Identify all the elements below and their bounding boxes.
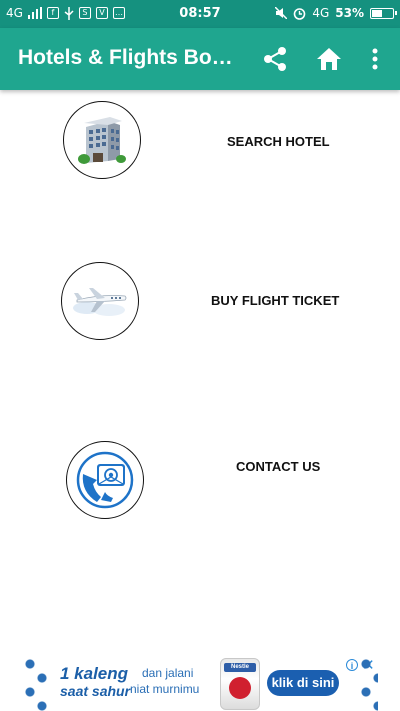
hotel-building-icon	[78, 117, 126, 164]
home-button[interactable]	[312, 42, 346, 76]
network-type-right: 4G	[312, 6, 330, 20]
airplane-icon	[73, 288, 127, 316]
overflow-menu-icon	[372, 48, 378, 70]
home-icon	[317, 48, 341, 70]
ad-tagline-2: niat murnimu	[130, 682, 200, 696]
ad-banner[interactable]: 1 kaleng saat sahur dan jalani niat murn…	[22, 656, 378, 711]
search-hotel-label[interactable]: SEARCH HOTEL	[227, 134, 330, 149]
battery-percent: 53%	[335, 6, 364, 20]
ad-headline-1: 1 kaleng	[60, 664, 129, 683]
share-button[interactable]	[258, 42, 292, 76]
buy-flight-icon-button[interactable]	[61, 262, 139, 340]
ad-tagline-1: dan jalani	[142, 666, 194, 680]
share-icon	[264, 47, 286, 71]
ad-product-image: Nestle	[220, 658, 260, 710]
search-hotel-icon-button[interactable]	[63, 101, 141, 179]
buy-flight-ticket-label[interactable]: BUY FLIGHT TICKET	[211, 293, 339, 308]
battery-icon	[370, 7, 397, 19]
app-bar: Hotels & Flights Booking	[0, 28, 400, 90]
menu-item-contact-us[interactable]: CONTACT US	[0, 435, 400, 525]
ad-pattern-left	[22, 656, 50, 711]
mute-icon	[275, 7, 288, 19]
alarm-icon	[294, 7, 306, 20]
ad-headline-2: saat sahur	[60, 683, 131, 699]
ad-pattern-right	[358, 656, 378, 711]
status-right: 4G 53%	[275, 6, 397, 20]
contact-us-label[interactable]: CONTACT US	[236, 459, 320, 474]
menu-item-buy-flight-ticket[interactable]: BUY FLIGHT TICKET	[0, 256, 400, 346]
contact-us-icon-button[interactable]	[66, 441, 144, 519]
overflow-menu-button[interactable]	[358, 42, 392, 76]
ad-brand-logo: Nestle	[224, 663, 256, 672]
app-title: Hotels & Flights Booking	[18, 46, 243, 69]
status-bar: 4G f S V … 08:57 4G 53%	[0, 0, 400, 28]
contact-phone-mail-icon	[76, 451, 134, 509]
menu-item-search-hotel[interactable]: SEARCH HOTEL	[0, 96, 400, 186]
ad-info-icon[interactable]: i	[346, 659, 358, 671]
ad-product-mascot	[229, 677, 251, 699]
battery-fill	[372, 9, 383, 17]
ad-cta-button[interactable]: klik di sini	[267, 670, 339, 696]
